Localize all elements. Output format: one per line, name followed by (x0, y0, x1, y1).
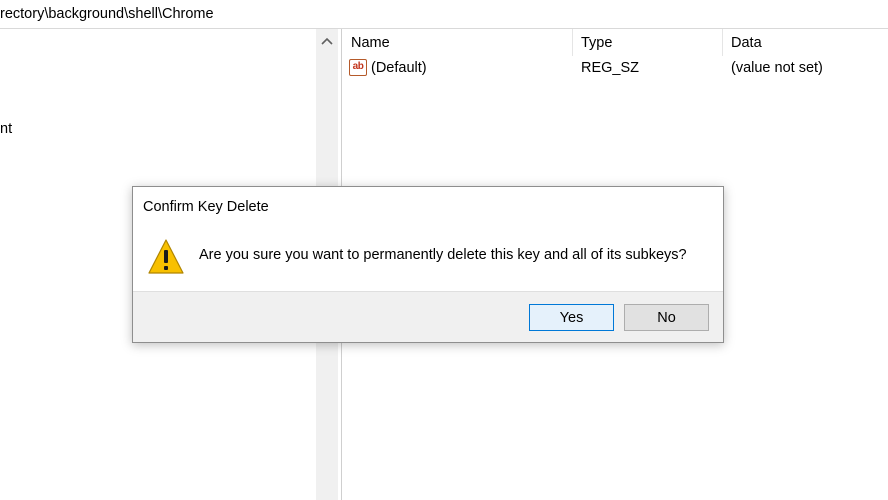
dialog-button-bar: Yes No (133, 291, 723, 342)
scroll-up-icon[interactable] (316, 29, 338, 53)
column-header-type[interactable]: Type (573, 29, 723, 56)
no-button[interactable]: No (624, 304, 709, 331)
warning-icon (147, 237, 185, 277)
value-name: (Default) (371, 60, 427, 76)
string-value-icon: ab (349, 59, 367, 76)
address-bar[interactable]: rectory\background\shell\Chrome (0, 0, 888, 29)
column-header-type-label: Type (581, 35, 613, 51)
yes-button[interactable]: Yes (529, 304, 614, 331)
tree-item[interactable]: nt (0, 121, 12, 137)
value-row[interactable]: ab (Default) REG_SZ (value not set) (343, 58, 888, 80)
column-header-data-label: Data (731, 35, 762, 51)
column-header-name-label: Name (351, 35, 390, 51)
column-header-name[interactable]: Name (343, 29, 573, 56)
address-path[interactable]: rectory\background\shell\Chrome (0, 6, 214, 22)
column-header-data[interactable]: Data (723, 29, 888, 56)
confirm-key-delete-dialog: Confirm Key Delete Are you sure you want… (132, 186, 724, 343)
dialog-title: Confirm Key Delete (143, 199, 269, 215)
value-data: (value not set) (731, 60, 823, 76)
dialog-message: Are you sure you want to permanently del… (199, 247, 687, 263)
value-type: REG_SZ (581, 60, 640, 76)
